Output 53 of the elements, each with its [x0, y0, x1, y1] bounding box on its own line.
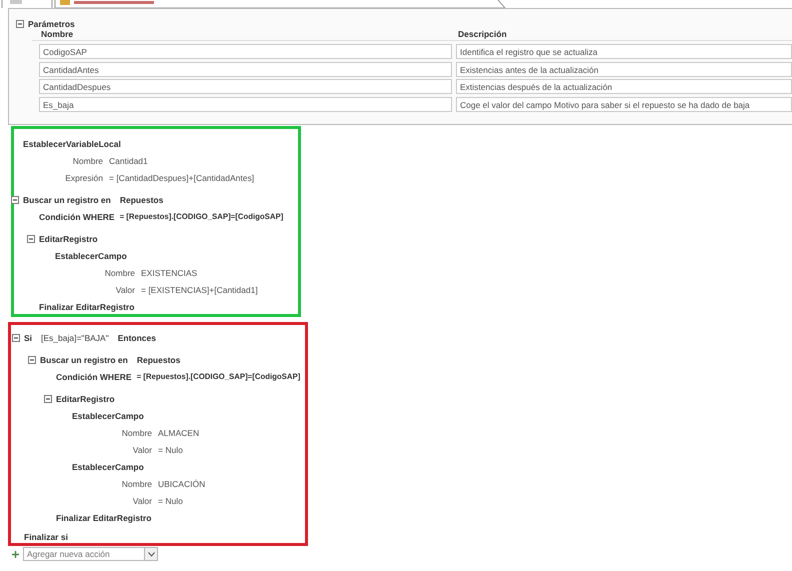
end-block-label: Finalizar si — [24, 532, 68, 542]
parameter-name-field[interactable]: Es_baja — [39, 96, 452, 112]
argument-value[interactable]: = [CantidadDespues]+[CantidadAntes] — [109, 172, 254, 182]
argument-label: Nombre — [120, 478, 152, 488]
column-header: Nombre — [41, 29, 74, 40]
argument-label: Expresión — [64, 172, 103, 182]
plus-icon[interactable] — [12, 550, 19, 558]
action-title[interactable]: Buscar un registro en — [40, 354, 128, 364]
parameter-description-field[interactable]: Identifica el registro que se actualiza — [456, 44, 792, 59]
collapse-icon[interactable] — [44, 394, 52, 402]
argument-label: Nombre — [104, 268, 135, 278]
collapse-icon[interactable] — [12, 334, 20, 342]
end-block-label: Finalizar EditarRegistro — [39, 302, 134, 312]
add-action-dropdown[interactable]: Agregar nueva acción — [23, 547, 158, 561]
collapse-icon[interactable] — [11, 196, 19, 204]
parameter-description-field[interactable]: Existencias antes de la actualización — [456, 62, 792, 76]
argument-label: Valor — [132, 496, 152, 506]
end-block-label: Finalizar EditarRegistro — [56, 512, 152, 522]
argument-value[interactable]: UBICACIÓN — [158, 478, 206, 488]
action-title[interactable]: EditarRegistro — [39, 234, 98, 244]
parameter-description-field[interactable]: Extistencias después de la actualización — [456, 79, 792, 94]
section-title: Parámetros — [28, 19, 75, 29]
parameter-name-field[interactable]: CodigoSAP — [39, 44, 452, 59]
action-title[interactable]: Si — [24, 332, 32, 342]
argument-label: Condición WHERE — [56, 372, 132, 382]
parameter-description-field[interactable]: Coge el valor del campo Motivo para saber si el repuesto se ha dado de baja — [456, 96, 792, 112]
argument-value[interactable]: ALMACEN — [158, 428, 200, 438]
argument-label: Nombre — [72, 156, 103, 166]
action-title[interactable]: EstablecerCampo — [55, 250, 127, 260]
argument-label: Valor — [114, 284, 135, 294]
argument-value[interactable]: = [EXISTENCIAS]+[Cantidad1] — [141, 284, 258, 294]
argument-value[interactable]: EXISTENCIAS — [141, 268, 198, 278]
table-name[interactable]: Repuestos — [136, 354, 180, 364]
column-header: Descripción — [458, 29, 507, 40]
collapse-icon[interactable] — [28, 356, 36, 364]
action-title[interactable]: EstablecerCampo — [72, 462, 144, 472]
then-keyword: Entonces — [118, 332, 156, 342]
action-title[interactable]: EditarRegistro — [56, 394, 115, 404]
argument-value[interactable]: = Nulo — [158, 496, 183, 506]
action-title[interactable]: EstablecerVariableLocal — [23, 138, 121, 148]
action-title[interactable]: EstablecerCampo — [72, 410, 144, 420]
argument-label: Nombre — [120, 428, 152, 438]
parameter-name-field[interactable]: CantidadAntes — [39, 62, 452, 76]
argument-label: Valor — [132, 444, 152, 454]
argument-value[interactable]: = Nulo — [158, 444, 183, 454]
parameter-name-field[interactable]: CantidadDespues — [39, 79, 452, 94]
condition-expression[interactable]: [Es_baja]="BAJA" — [41, 332, 109, 342]
table-name[interactable]: Repuestos — [120, 194, 164, 204]
collapse-icon[interactable] — [16, 20, 24, 28]
argument-value[interactable]: Cantidad1 — [109, 156, 148, 166]
argument-label: Condición WHERE — [39, 212, 115, 222]
collapse-icon[interactable] — [27, 234, 35, 242]
action-title[interactable]: Buscar un registro en — [23, 194, 111, 204]
